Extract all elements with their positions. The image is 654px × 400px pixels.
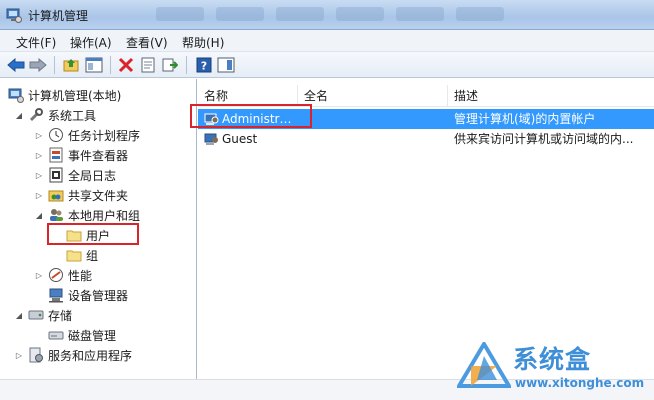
show-hide-tree-icon bbox=[85, 57, 103, 73]
tree-item-storage[interactable]: ◢ 存储 bbox=[14, 305, 72, 325]
highlight-box-administrator bbox=[190, 104, 312, 128]
tree-item-label: 设备管理器 bbox=[68, 288, 129, 303]
tree-item-device-manager[interactable]: 设备管理器 bbox=[48, 285, 128, 305]
collapsed-triangle-icon[interactable]: ▷ bbox=[34, 190, 44, 200]
cell-name: Guest bbox=[222, 132, 258, 146]
collapsed-triangle-icon[interactable]: ▷ bbox=[34, 170, 44, 180]
column-header-description[interactable]: 描述 bbox=[448, 85, 654, 107]
tree-item-global-log[interactable]: ▷ 全局日志 bbox=[34, 165, 116, 185]
computer-management-icon bbox=[8, 88, 24, 103]
expanded-triangle-icon[interactable]: ◢ bbox=[14, 310, 24, 320]
tree-item-label: 共享文件夹 bbox=[68, 188, 129, 203]
tree-item-performance[interactable]: ▷ 性能 bbox=[34, 265, 92, 285]
toolbar-separator bbox=[54, 56, 55, 74]
table-row[interactable]: Guest 供来宾访问计算机或访问域的内... bbox=[198, 129, 654, 149]
properties-icon bbox=[141, 57, 155, 73]
event-viewer-icon bbox=[49, 147, 63, 163]
window-title: 计算机管理 bbox=[28, 9, 89, 23]
cell-description: 管理计算机(域)的内置帐户 bbox=[454, 112, 596, 126]
tree-item-label: 服务和应用程序 bbox=[48, 348, 133, 363]
log-icon bbox=[49, 167, 63, 183]
watermark-logo: 系统盒 www.xitonghe.com bbox=[455, 338, 651, 398]
tree-item-groups[interactable]: 组 bbox=[66, 245, 98, 265]
action-pane-button[interactable] bbox=[216, 55, 236, 75]
disk-icon bbox=[48, 331, 64, 340]
collapsed-triangle-icon[interactable]: ▷ bbox=[34, 130, 44, 140]
tree-item-computer-management[interactable]: 计算机管理(本地) bbox=[8, 85, 121, 105]
expanded-triangle-icon[interactable]: ◢ bbox=[34, 210, 44, 220]
user-icon bbox=[204, 133, 218, 145]
up-level-button[interactable] bbox=[62, 55, 82, 75]
export-icon bbox=[162, 58, 178, 72]
storage-icon bbox=[28, 310, 44, 320]
help-icon: ? bbox=[196, 57, 212, 73]
svg-text:?: ? bbox=[201, 60, 207, 73]
back-arrow-icon bbox=[7, 58, 25, 72]
properties-button[interactable] bbox=[138, 55, 158, 75]
back-button[interactable] bbox=[6, 55, 26, 75]
tree-item-shared-folders[interactable]: ▷ 共享文件夹 bbox=[34, 185, 128, 205]
clock-icon bbox=[49, 128, 63, 142]
delete-button[interactable] bbox=[116, 55, 136, 75]
export-list-button[interactable] bbox=[160, 55, 180, 75]
tree-item-event-viewer[interactable]: ▷ 事件查看器 bbox=[34, 145, 128, 165]
tree-item-system-tools[interactable]: ◢ 系统工具 bbox=[14, 105, 96, 125]
title-bar: 计算机管理 bbox=[0, 0, 654, 30]
menu-help[interactable]: 帮助(H) bbox=[180, 33, 226, 52]
watermark-text: 系统盒 bbox=[513, 345, 592, 374]
expanded-triangle-icon[interactable]: ◢ bbox=[14, 110, 24, 120]
toolbar: ? bbox=[0, 52, 654, 78]
tree-item-label: 事件查看器 bbox=[68, 148, 129, 163]
cell-description: 供来宾访问计算机或访问域的内... bbox=[454, 132, 634, 146]
tools-icon bbox=[29, 108, 43, 122]
tree-item-label: 计算机管理(本地) bbox=[28, 88, 122, 103]
device-manager-icon bbox=[49, 288, 63, 303]
tree-item-label: 本地用户和组 bbox=[68, 208, 141, 223]
cell-fullname bbox=[304, 109, 444, 129]
tree-item-services-applications[interactable]: ▷ 服务和应用程序 bbox=[14, 345, 132, 365]
tree-item-label: 存储 bbox=[48, 308, 73, 323]
forward-button[interactable] bbox=[28, 55, 48, 75]
tree-item-task-scheduler[interactable]: ▷ 任务计划程序 bbox=[34, 125, 140, 145]
highlight-box-users bbox=[47, 223, 139, 245]
menu-file[interactable]: 文件(F) bbox=[14, 33, 58, 52]
watermark-url: www.xitonghe.com bbox=[515, 376, 645, 390]
collapsed-triangle-icon[interactable]: ▷ bbox=[14, 350, 24, 360]
cell-fullname bbox=[304, 129, 444, 149]
column-header-fullname[interactable]: 全名 bbox=[298, 85, 448, 107]
menu-action[interactable]: 操作(A) bbox=[68, 33, 114, 52]
collapsed-triangle-icon[interactable]: ▷ bbox=[34, 270, 44, 280]
services-icon bbox=[29, 347, 43, 363]
forward-arrow-icon bbox=[29, 58, 47, 72]
delete-icon bbox=[118, 57, 134, 73]
tree-item-disk-management[interactable]: 磁盘管理 bbox=[48, 325, 116, 345]
menu-view[interactable]: 查看(V) bbox=[124, 33, 170, 52]
tree-item-label: 全局日志 bbox=[68, 168, 117, 183]
console-tree: 计算机管理(本地) ◢ 系统工具 ▷ 任务计划程序 ▷ 事件查看器 ▷ 全局日志… bbox=[0, 79, 197, 379]
tree-item-label: 任务计划程序 bbox=[68, 128, 141, 143]
folder-icon bbox=[66, 250, 82, 262]
help-button[interactable]: ? bbox=[194, 55, 214, 75]
users-group-icon bbox=[50, 209, 63, 221]
tree-item-label: 系统工具 bbox=[48, 108, 97, 123]
user-list: 名称 全名 描述 Administrat... 管理计算机(域)的内置帐户 Gu… bbox=[190, 79, 654, 379]
tree-item-label: 性能 bbox=[68, 268, 93, 283]
watermark-logo-icon bbox=[457, 342, 511, 388]
blurred-background-strip bbox=[150, 4, 570, 24]
tree-item-label: 磁盘管理 bbox=[68, 328, 117, 343]
computer-management-icon bbox=[6, 8, 22, 23]
menu-bar: 文件(F) 操作(A) 查看(V) 帮助(H) bbox=[0, 30, 654, 52]
collapsed-triangle-icon[interactable]: ▷ bbox=[34, 150, 44, 160]
toolbar-separator bbox=[186, 56, 187, 74]
toolbar-separator bbox=[110, 56, 111, 74]
shared-folder-icon bbox=[48, 190, 64, 202]
tree-item-local-users-groups[interactable]: ◢ 本地用户和组 bbox=[34, 205, 140, 225]
tree-item-label: 组 bbox=[86, 248, 99, 263]
performance-icon bbox=[49, 268, 63, 282]
up-folder-icon bbox=[63, 59, 79, 72]
show-hide-tree-button[interactable] bbox=[84, 55, 104, 75]
action-pane-icon bbox=[217, 57, 235, 73]
